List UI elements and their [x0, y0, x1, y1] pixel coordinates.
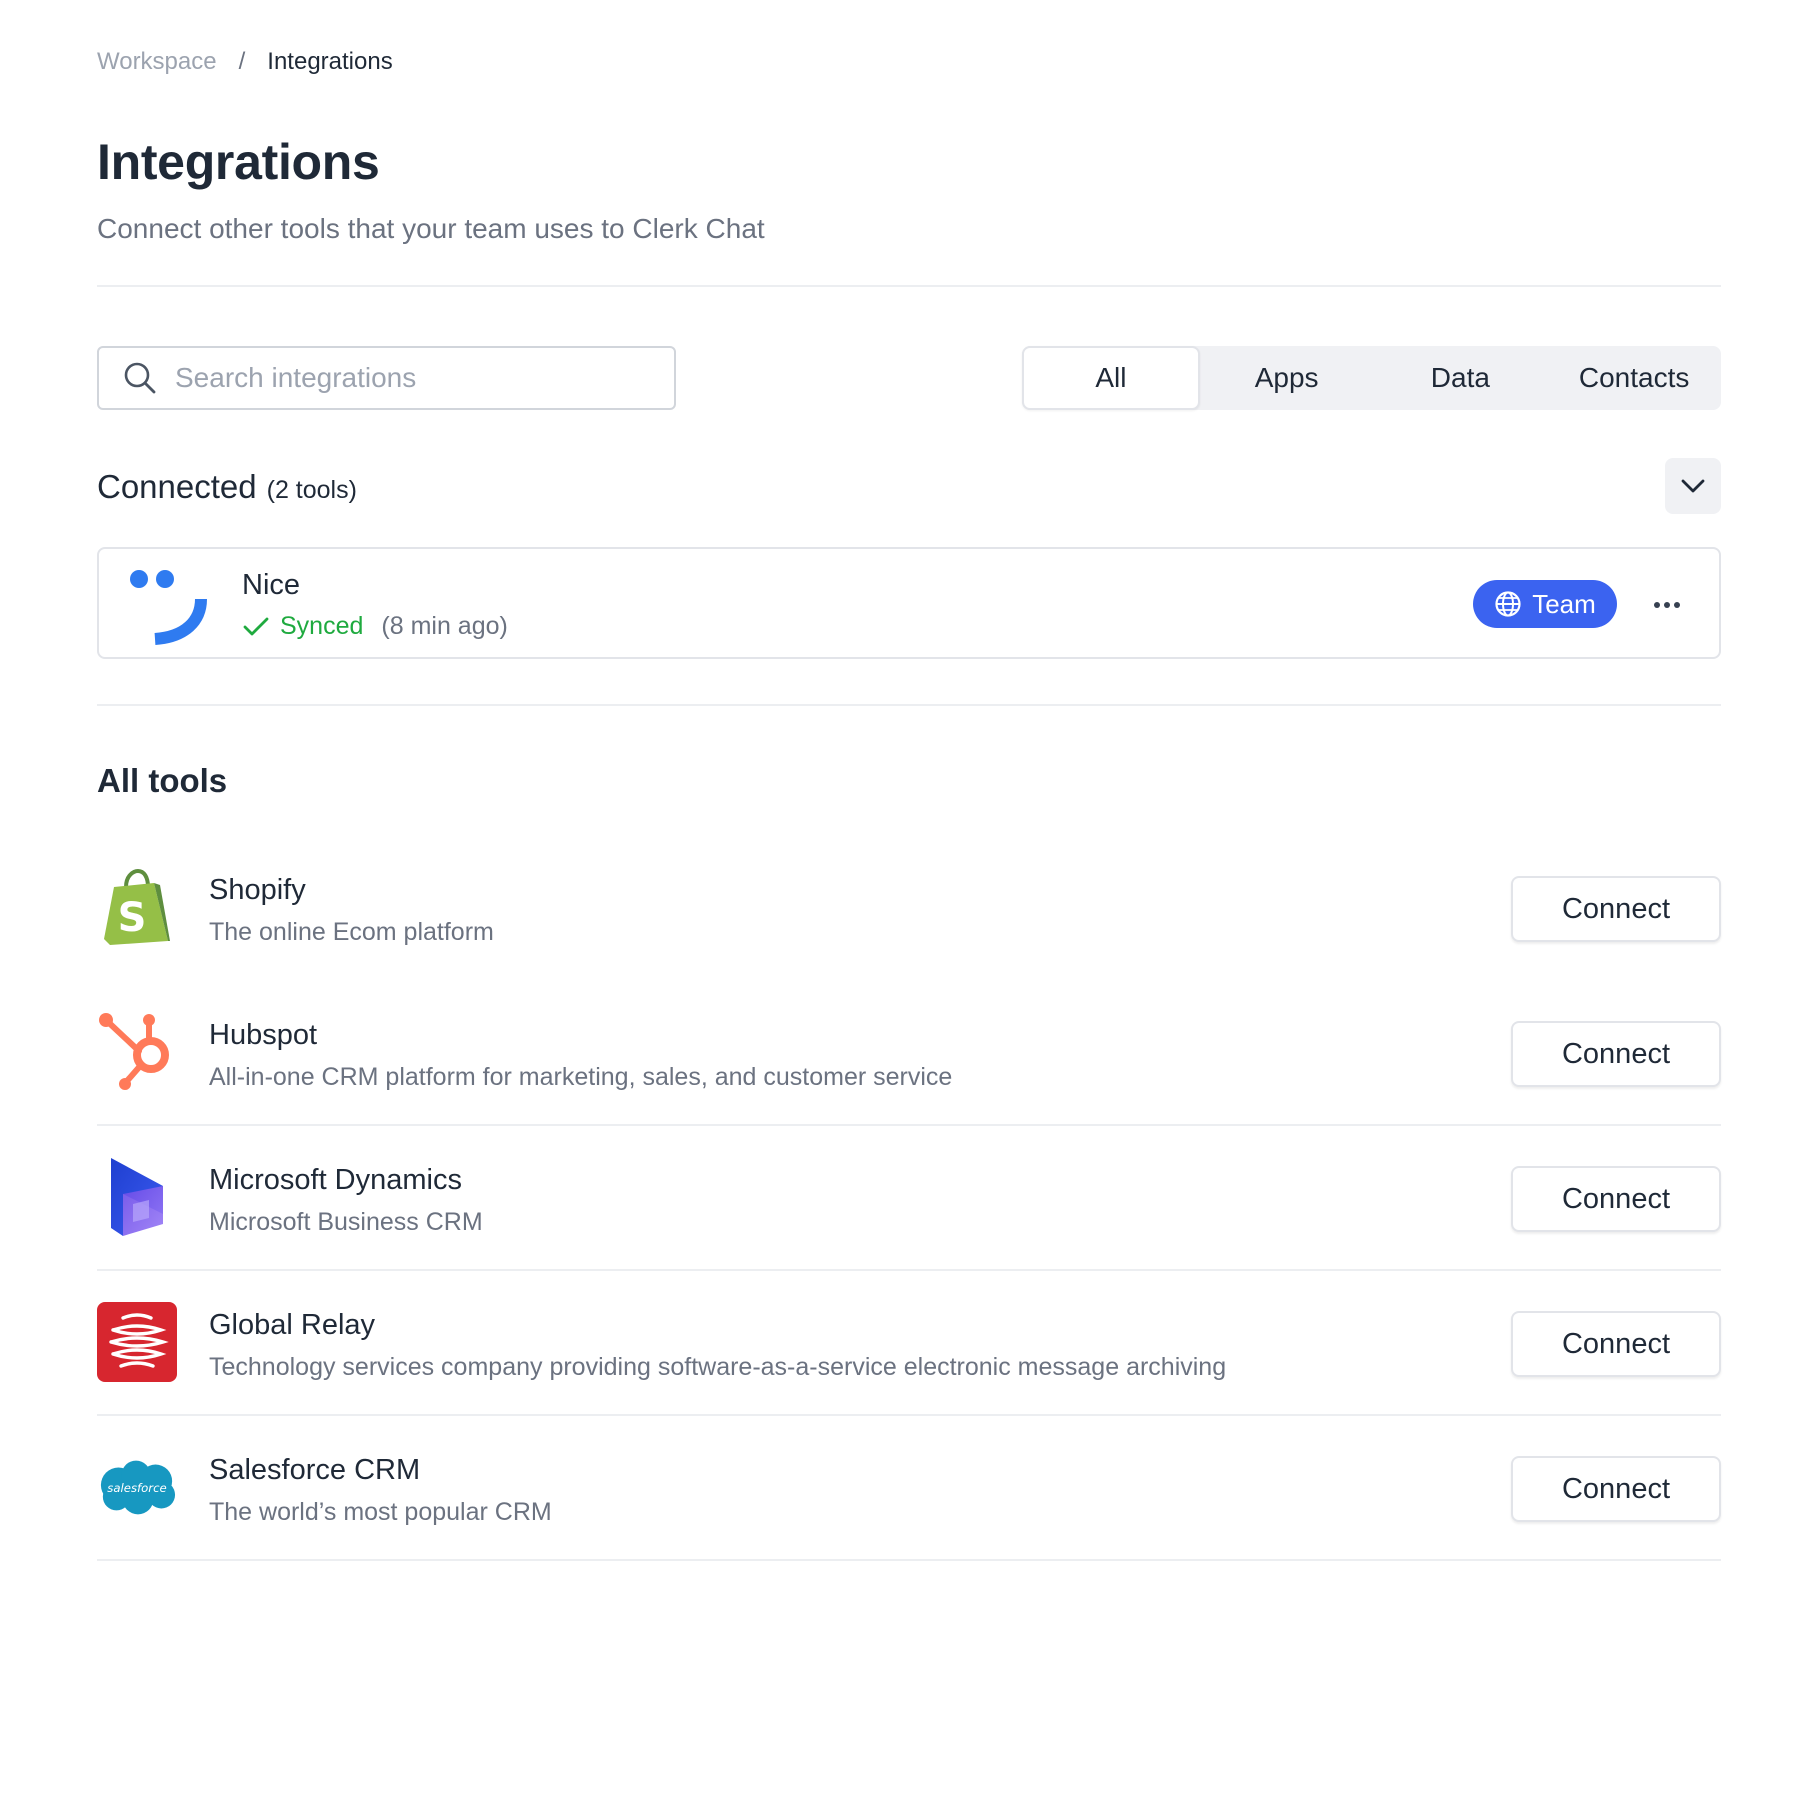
- page-subtitle: Connect other tools that your team uses …: [97, 213, 765, 244]
- tool-description: Microsoft Business CRM: [209, 1208, 483, 1236]
- tool-description: The online Ecom platform: [209, 918, 494, 946]
- row-divider: [97, 1559, 1721, 1561]
- tool-name: Global Relay: [209, 1309, 376, 1341]
- more-horizontal-icon: [1654, 602, 1680, 608]
- tool-name: Hubspot: [209, 1019, 318, 1051]
- tool-description: All-in-one CRM platform for marketing, s…: [209, 1063, 953, 1091]
- nice-logo: [125, 565, 211, 650]
- tab-contacts[interactable]: Contacts: [1547, 346, 1721, 410]
- shopify-icon: S: [104, 869, 170, 945]
- tool-name: Shopify: [209, 874, 306, 906]
- all-tools-title: All tools: [97, 762, 228, 799]
- tool-row: salesforce Salesforce CRM The world’s mo…: [97, 1416, 1721, 1561]
- collapse-connected-button[interactable]: [1665, 458, 1721, 514]
- connected-section-title: Connected (2 tools): [97, 468, 357, 506]
- salesforce-logo-text: salesforce: [107, 1481, 166, 1495]
- sync-status: Synced: [280, 612, 364, 640]
- search-box[interactable]: [97, 346, 676, 410]
- tab-data[interactable]: Data: [1374, 346, 1548, 410]
- connected-tool-card: Nice Synced (8 min ago) Team: [97, 547, 1721, 659]
- filter-tabs: All Apps Data Contacts: [1022, 346, 1721, 410]
- search-icon: [124, 362, 156, 394]
- chevron-down-icon: [1681, 479, 1705, 493]
- connect-shopify-button[interactable]: Connect: [1511, 876, 1721, 942]
- salesforce-logo: salesforce: [97, 1446, 177, 1528]
- connect-microsoft-dynamics-button[interactable]: Connect: [1511, 1166, 1721, 1232]
- page-title: Integrations: [97, 134, 380, 190]
- header-divider: [97, 285, 1721, 287]
- team-badge[interactable]: Team: [1473, 580, 1617, 628]
- global-relay-logo: [97, 1301, 177, 1383]
- hubspot-logo: [97, 1011, 177, 1093]
- connected-count: (2 tools): [266, 476, 357, 504]
- sync-status-row: Synced (8 min ago): [242, 612, 508, 641]
- tool-row: Global Relay Technology services company…: [97, 1271, 1721, 1416]
- tab-all[interactable]: All: [1022, 346, 1200, 410]
- tool-row: Hubspot All-in-one CRM platform for mark…: [97, 981, 1721, 1126]
- connect-hubspot-button[interactable]: Connect: [1511, 1021, 1721, 1087]
- microsoft-dynamics-icon: [111, 1158, 163, 1236]
- breadcrumb: Workspace / Integrations: [97, 48, 393, 76]
- globe-icon: [1495, 591, 1521, 617]
- section-divider: [97, 704, 1721, 706]
- tool-name: Salesforce CRM: [209, 1454, 421, 1486]
- breadcrumb-workspace-link[interactable]: Workspace: [97, 48, 217, 76]
- tool-description: The world’s most popular CRM: [209, 1498, 552, 1526]
- microsoft-dynamics-logo: [97, 1156, 177, 1238]
- tool-row: S Shopify The online Ecom platform Conne…: [97, 836, 1721, 981]
- breadcrumb-separator: /: [238, 48, 246, 75]
- connected-title: Connected: [97, 468, 257, 505]
- shopify-logo: S: [97, 866, 177, 948]
- global-relay-icon: [97, 1302, 177, 1382]
- salesforce-icon: salesforce: [100, 1460, 176, 1515]
- connected-tool-name: Nice: [242, 569, 301, 601]
- search-input[interactable]: [175, 362, 655, 394]
- tool-row: Microsoft Dynamics Microsoft Business CR…: [97, 1126, 1721, 1271]
- tab-apps[interactable]: Apps: [1200, 346, 1374, 410]
- checkmark-icon: [243, 617, 269, 635]
- tool-description: Technology services company providing so…: [209, 1353, 1227, 1381]
- tool-name: Microsoft Dynamics: [209, 1164, 462, 1196]
- svg-text:S: S: [118, 895, 147, 941]
- breadcrumb-current: Integrations: [267, 48, 393, 75]
- team-badge-label: Team: [1532, 588, 1596, 619]
- nice-icon: [130, 570, 207, 645]
- hubspot-icon: [99, 1013, 169, 1090]
- sync-time: (8 min ago): [381, 612, 508, 640]
- connect-global-relay-button[interactable]: Connect: [1511, 1311, 1721, 1377]
- more-options-button[interactable]: [1647, 585, 1687, 625]
- connect-salesforce-button[interactable]: Connect: [1511, 1456, 1721, 1522]
